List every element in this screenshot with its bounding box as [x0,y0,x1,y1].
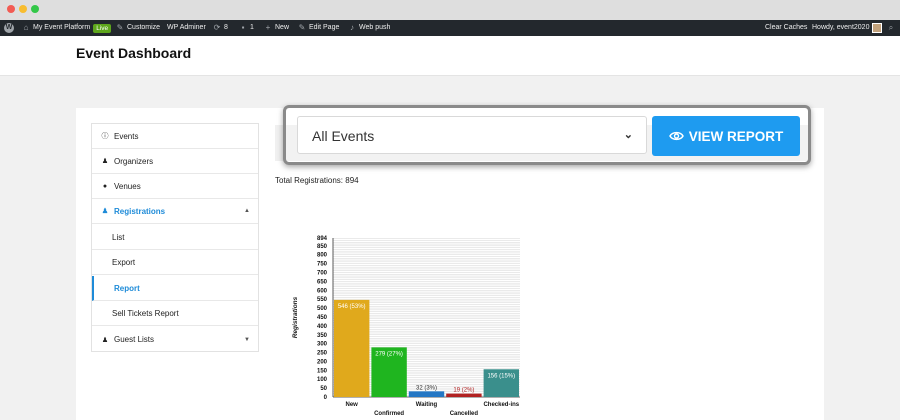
data-label: 156 (15%) [487,373,515,379]
event-select[interactable]: All Events ⌄ [297,116,647,154]
clear-caches-link[interactable]: Clear Caches [765,20,807,36]
registrations-bar-chart: 0 50 100 150 200 250 300 350 400 450 500 550 600 650 7… [292,236,520,417]
data-label: 279 (27%) [375,351,403,357]
site-name-link[interactable]: ⌂ My Event Platform Live [22,20,112,36]
y-tick-label: 250 [317,351,328,357]
sidebar-item-organizers[interactable]: ♟ Organizers [92,149,258,174]
pencil-icon: ✎ [298,23,306,32]
live-badge: Live [93,23,112,33]
x-tick-label: Confirmed [374,411,404,417]
y-tick-label: 200 [317,359,328,365]
wp-adminer-link[interactable]: WP Adminer [167,20,206,36]
y-tick-label: 100 [317,377,328,383]
sidebar-item-venues[interactable]: ● Venues [92,174,258,199]
plus-icon: + [265,23,271,32]
y-tick-label: 450 [317,315,328,321]
chevron-down-icon: ⌄ [623,129,633,141]
data-label: 19 (2%) [453,388,474,394]
comment-icon: ▪ [241,23,245,32]
y-tick-label: 650 [317,279,328,285]
sidebar-item-guest-lists[interactable]: ♟ Guest Lists ▼ [92,327,258,352]
event-select-value: All Events [312,128,375,144]
wordpress-logo-button[interactable] [4,20,14,36]
dashboard-sidebar: ⓘ Events ♟ Organizers ● Venues ♟ Registr… [91,123,259,352]
y-tick-label: 700 [317,271,328,277]
sidebar-subitem-report[interactable]: Report [92,276,258,301]
y-tick-label: 300 [317,342,328,348]
bar-new [334,299,370,397]
bar-cancelled [446,393,482,397]
chevron-up-icon: ▲ [244,208,250,214]
users-icon: ♟ [101,336,109,344]
total-registrations: Total Registrations: 894 [275,176,359,185]
y-tick-label: 600 [317,288,328,294]
brush-icon: ✎ [116,23,124,32]
admin-search-button[interactable]: ⌕ [887,20,895,36]
search-icon: ⌕ [888,23,894,32]
browser-titlebar [0,0,900,20]
y-tick-label: 894 [317,236,328,242]
refresh-icon: ⟳ [213,23,221,32]
chevron-down-icon: ▼ [244,336,250,343]
home-icon: ⌂ [23,23,29,32]
comments-link[interactable]: ▪ 1 [239,20,254,36]
close-window-button[interactable] [7,5,15,13]
y-tick-label: 150 [317,368,328,374]
sidebar-item-registrations[interactable]: ♟ Registrations ▲ [92,199,258,224]
customize-link[interactable]: ✎ Customize [116,20,160,36]
wordpress-icon [4,23,14,33]
y-tick-label: 800 [317,253,328,259]
users-icon: ♟ [101,208,109,215]
view-report-button[interactable]: VIEW REPORT [652,116,800,156]
user-account-menu[interactable]: Howdy, event2020 [812,20,883,36]
y-tick-label: 50 [320,386,327,392]
eye-icon [668,131,684,141]
registrations-chart: 0 50 100 150 200 250 300 350 400 450 500 550 600 650 7… [285,230,530,420]
maximize-window-button[interactable] [31,5,39,13]
sidebar-subitem-sell-tickets-report[interactable]: Sell Tickets Report [92,301,258,326]
sidebar-subitem-list[interactable]: List [92,225,258,250]
web-push-link[interactable]: ♪ Web push [348,20,390,36]
info-icon: ⓘ [101,133,109,140]
x-tick-label: Cancelled [450,411,479,417]
new-content-link[interactable]: + New [264,20,289,36]
page-header: Event Dashboard [0,36,900,76]
y-tick-label: 550 [317,297,328,303]
y-tick-label: 350 [317,333,328,339]
y-tick-label: 0 [324,395,328,401]
x-tick-label: Waiting [416,402,438,408]
y-tick-label: 400 [317,324,328,330]
y-tick-label: 750 [317,262,328,268]
y-tick-label: 500 [317,306,328,312]
page-title: Event Dashboard [76,45,192,61]
bar-waiting [408,391,445,397]
y-axis-label: Registrations [292,296,299,338]
sidebar-item-events[interactable]: ⓘ Events [92,124,258,149]
sidebar-subitem-export[interactable]: Export [92,250,258,275]
data-label: 32 (3%) [416,385,437,391]
map-pin-icon: ● [102,182,108,190]
data-label: 546 (53%) [338,304,366,310]
bell-icon: ♪ [350,23,354,32]
updates-link[interactable]: ⟳ 8 [213,20,228,36]
x-tick-label: New [346,402,359,408]
admin-bar: ⌂ My Event Platform Live ✎ Customize WP … [0,20,900,36]
edit-page-link[interactable]: ✎ Edit Page [298,20,340,36]
y-tick-label: 850 [317,244,328,250]
x-tick-label: Checked-ins [483,402,519,408]
avatar [872,23,883,33]
person-icon: ♟ [101,158,109,165]
minimize-window-button[interactable] [19,5,27,13]
